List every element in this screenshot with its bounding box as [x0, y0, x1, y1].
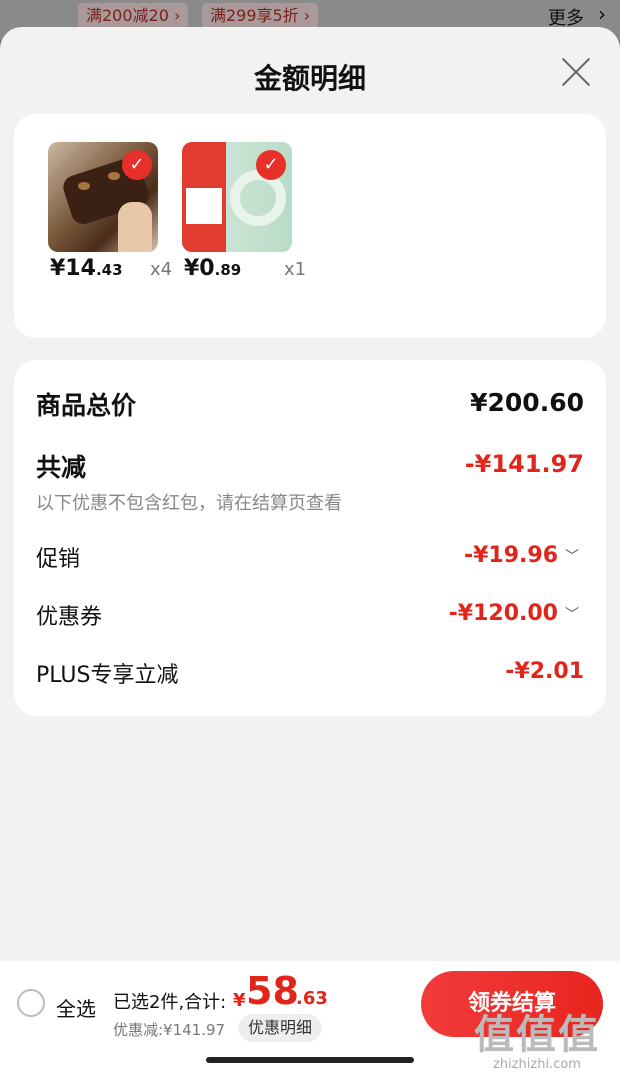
watermark-logo: 值值值 zhizhizhi.com: [474, 1012, 600, 1072]
check-icon: ✓: [122, 150, 152, 180]
chevron-right-icon: ›: [598, 2, 606, 26]
total-reduce-value: -¥141.97: [464, 450, 584, 478]
check-icon: ✓: [256, 150, 286, 180]
product-item[interactable]: ✓: [48, 142, 158, 252]
selected-count-text: 已选2件,合计:: [113, 992, 227, 1013]
close-icon[interactable]: [558, 53, 594, 89]
plus-discount-label: PLUS专享立减: [36, 663, 179, 688]
promo-tag-2[interactable]: 满299享5折 ›: [202, 3, 319, 29]
sheet-title: 金额明细: [253, 62, 366, 95]
product-quantity: x4: [150, 259, 173, 280]
discount-note: 以下优惠不包含红包，请在结算页查看: [36, 493, 342, 514]
discount-detail-button[interactable]: 优惠明细: [238, 1014, 323, 1042]
discount-summary: 优惠减:¥141.97: [113, 1021, 226, 1039]
checkout-bar: 全选 已选2件,合计: ¥ 58 .63 优惠减:¥141.97 优惠明细 领券…: [0, 961, 620, 1076]
select-all-radio[interactable]: [17, 989, 45, 1017]
product-quantity: x1: [284, 259, 307, 280]
promo-tag-1[interactable]: 满200减20 ›: [78, 3, 189, 29]
total-amount-decimal: .63: [296, 988, 328, 1009]
total-price-label: 商品总价: [36, 391, 137, 420]
price-summary-card: 商品总价 ¥200.60 共减 -¥141.97 以下优惠不包含红包，请在结算页…: [14, 360, 606, 716]
chevron-down-icon[interactable]: ﹀: [565, 604, 579, 624]
chevron-down-icon[interactable]: ﹀: [565, 546, 579, 566]
total-price-value: ¥200.60: [470, 388, 584, 417]
select-all-label[interactable]: 全选: [56, 993, 96, 1022]
product-image-ice-cream: ✓: [48, 142, 158, 252]
promotion-value[interactable]: -¥19.96: [464, 543, 558, 568]
promotion-label: 促销: [36, 547, 81, 572]
amount-detail-sheet: 金额明细 ✓ ¥14.43 x4 ✓ ¥0.89 x1 商品总价 ¥200.60…: [0, 27, 620, 1076]
total-amount-integer: 58: [246, 969, 299, 1013]
product-price: ¥14.43: [50, 256, 123, 281]
product-image-tape: ✓: [182, 142, 292, 252]
coupon-label: 优惠券: [36, 605, 103, 630]
plus-discount-value: -¥2.01: [505, 659, 584, 684]
total-currency: ¥: [233, 990, 246, 1011]
products-card: ✓ ¥14.43 x4 ✓ ¥0.89 x1: [14, 114, 606, 338]
product-price: ¥0.89: [184, 256, 242, 281]
total-reduce-label: 共减: [36, 453, 87, 482]
product-item[interactable]: ✓: [182, 142, 292, 252]
coupon-value[interactable]: -¥120.00: [449, 601, 558, 626]
home-indicator: [206, 1057, 414, 1063]
